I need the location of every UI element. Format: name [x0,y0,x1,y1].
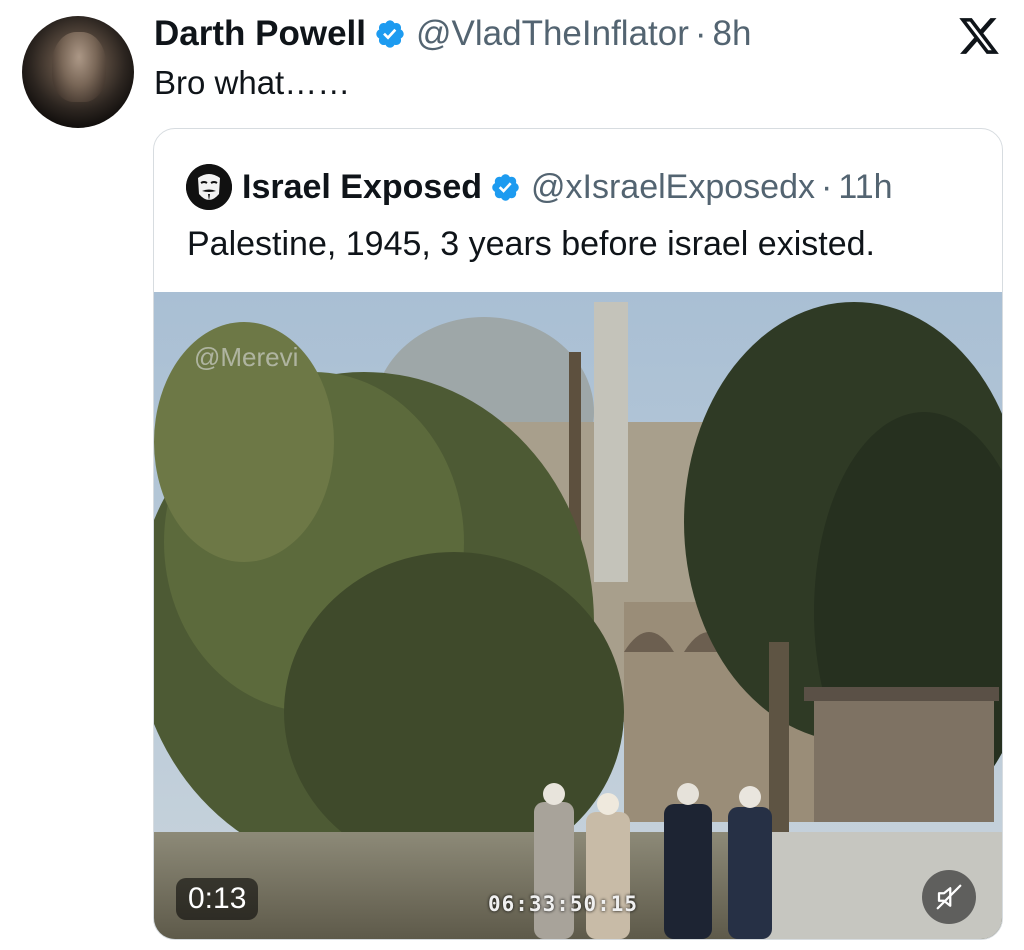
anonymous-mask-icon [186,164,232,210]
x-logo-icon [959,18,999,54]
quoted-post-time[interactable]: 11h [838,168,892,207]
video-timecode-overlay: 06:33:50:15 [488,892,639,916]
quoted-author-handle[interactable]: @xIsraelExposedx [531,168,815,207]
video-frame-image [154,292,1002,939]
quoted-post-text: Palestine, 1945, 3 years before israel e… [187,225,875,263]
post-time[interactable]: 8h [713,14,752,54]
quoted-post-header: Israel Exposed @xIsraelExposedx · 11h [186,164,893,210]
verified-badge-icon [492,173,519,201]
video-player[interactable]: @Merevi 0:13 06:33:50:15 [154,292,1002,939]
separator-dot: · [694,14,707,53]
muted-speaker-icon [936,884,962,910]
video-duration: 0:13 [176,878,259,920]
post-header: Darth Powell @VladTheInflator · 8h [154,12,751,56]
mute-button[interactable] [922,870,976,924]
author-handle[interactable]: @VladTheInflator [416,14,689,54]
video-watermark: @Merevi [194,342,299,372]
quoted-author-name[interactable]: Israel Exposed [242,168,482,207]
quoted-post-card[interactable]: Israel Exposed @xIsraelExposedx · 11h Pa… [153,128,1003,940]
author-name[interactable]: Darth Powell [154,14,366,54]
author-avatar[interactable] [22,16,134,128]
verified-badge-icon [376,20,404,48]
quoted-author-avatar[interactable] [186,164,232,210]
post-text: Bro what…… [154,64,351,101]
separator-dot: · [821,167,833,206]
